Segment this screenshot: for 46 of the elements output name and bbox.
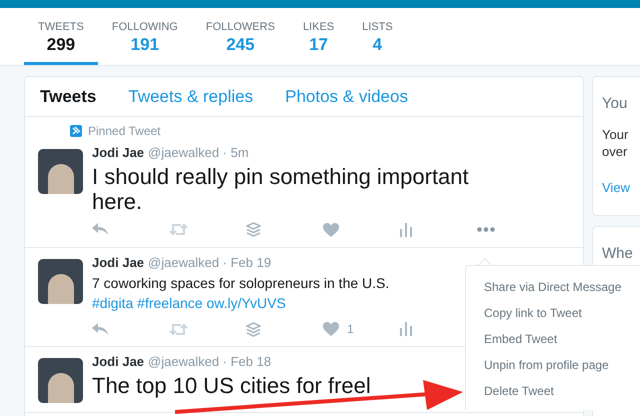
analytics-icon[interactable] xyxy=(400,222,412,236)
hashtag-link[interactable]: #freelance xyxy=(137,295,203,311)
retweet-icon[interactable] xyxy=(169,223,188,236)
tweet-text: The top 10 US cities for freel xyxy=(92,372,371,398)
timeline-tab[interactable]: Photos & videos xyxy=(285,84,408,110)
more-icon[interactable] xyxy=(477,227,495,232)
timeline-tab[interactable]: Tweets & replies xyxy=(128,84,254,110)
profile-stat-tab[interactable]: FOLLOWING 191 xyxy=(98,8,192,65)
profile-stat-tab[interactable]: LISTS 4 xyxy=(348,8,407,65)
menu-item[interactable]: Unpin from profile page xyxy=(466,352,640,378)
layers-icon[interactable] xyxy=(246,222,261,237)
profile-stat-tab[interactable]: LIKES 17 xyxy=(288,8,348,65)
timeline-tab[interactable]: Tweets xyxy=(40,84,96,110)
author-name[interactable]: Jodi Jae xyxy=(92,352,144,372)
sidebar-card-link[interactable]: View xyxy=(602,178,640,197)
avatar-photo-placeholder xyxy=(38,149,83,194)
sidebar-card-text: over xyxy=(602,142,628,160)
layers-icon[interactable] xyxy=(246,322,261,336)
sidebar-card-text: Your xyxy=(602,126,630,142)
like-count: 1 xyxy=(347,321,354,338)
sidebar-card-title: Whe xyxy=(602,244,634,264)
hashtag-link[interactable]: ow.ly/YvUVS xyxy=(206,295,286,311)
author-name[interactable]: Jodi Jae xyxy=(92,143,144,162)
pinned-label: Pinned Tweet xyxy=(88,123,160,140)
menu-item[interactable]: Delete Tweet xyxy=(466,378,640,404)
avatar-photo-placeholder xyxy=(38,258,83,304)
heart-icon[interactable] xyxy=(323,322,339,336)
menu-item[interactable]: Copy link to Tweet xyxy=(466,300,640,326)
hashtag-link[interactable]: #digita xyxy=(92,295,134,311)
reply-icon[interactable] xyxy=(92,322,108,336)
profile-stat-tab[interactable]: TWEETS 299 xyxy=(24,8,98,65)
author-handle[interactable]: @jaewalked · Feb 19 xyxy=(148,252,272,272)
author-handle[interactable]: @jaewalked · Feb 18 xyxy=(148,352,272,372)
analytics-icon[interactable] xyxy=(400,322,412,336)
author-name[interactable]: Jodi Jae xyxy=(92,252,144,272)
menu-item[interactable]: Embed Tweet xyxy=(466,326,640,352)
menu-item[interactable]: Share via Direct Message xyxy=(466,274,640,300)
pin-icon xyxy=(70,125,82,137)
tweet-text: I should really pin something important here. xyxy=(92,164,470,214)
avatar-photo-placeholder xyxy=(38,358,83,403)
heart-icon[interactable] xyxy=(323,222,339,236)
sidebar-card-title: You xyxy=(602,94,628,114)
retweet-icon[interactable] xyxy=(169,322,188,336)
reply-icon[interactable] xyxy=(92,223,108,236)
author-handle[interactable]: @jaewalked · 5m xyxy=(148,143,249,162)
profile-stat-tab[interactable]: FOLLOWERS 245 xyxy=(192,8,289,65)
